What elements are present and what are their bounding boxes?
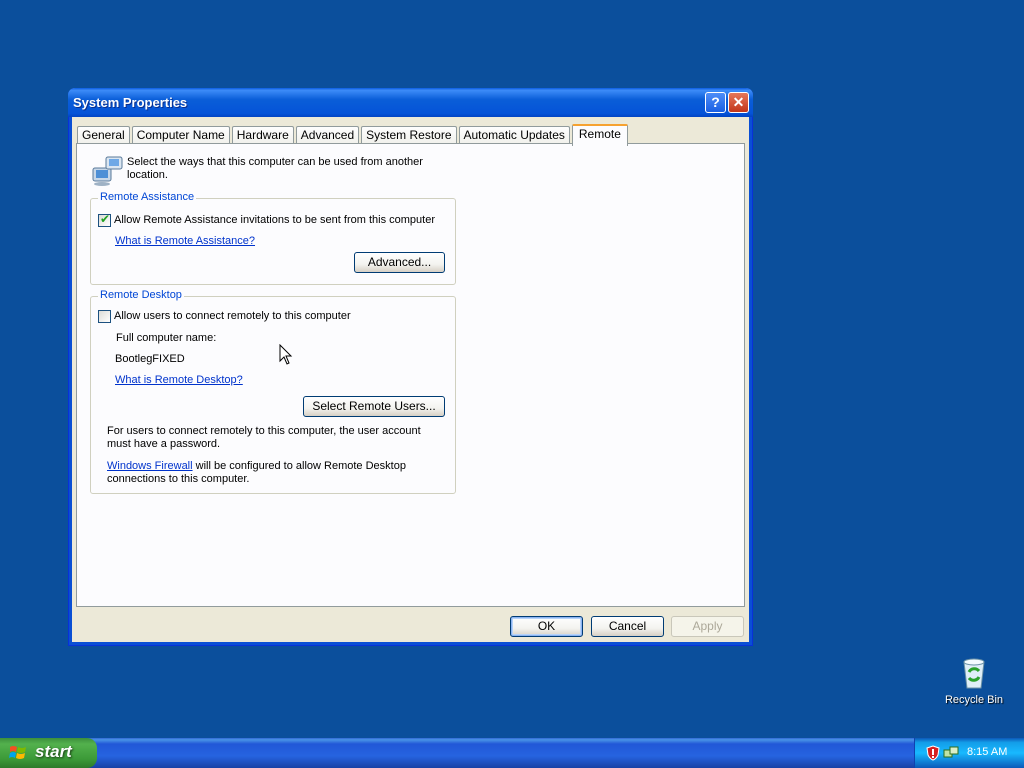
system-properties-window: System Properties ? ✕ General Computer N… [68,88,753,646]
remote-assistance-checkbox[interactable]: ✔ [98,212,111,227]
help-icon: ? [711,94,720,110]
windows-firewall-link[interactable]: Windows Firewall [107,460,193,472]
remote-assistance-checkbox-label[interactable]: Allow Remote Assistance invitations to b… [114,214,435,226]
password-note: For users to connect remotely to this co… [107,425,421,450]
windows-logo-icon [9,745,27,761]
clock[interactable]: 8:15 AM [967,746,1007,758]
recycle-bin-label: Recycle Bin [944,694,1004,706]
apply-button: Apply [671,616,744,637]
cancel-button[interactable]: Cancel [591,616,664,637]
select-remote-users-button[interactable]: Select Remote Users... [303,396,445,417]
start-button[interactable]: start [0,738,97,768]
start-label: start [35,742,72,761]
remote-computers-icon [91,154,125,188]
system-tray: 8:15 AM [914,738,1024,768]
full-computer-name-label: Full computer name: [116,332,217,344]
close-button[interactable]: ✕ [728,92,749,113]
advanced-button[interactable]: Advanced... [354,252,445,273]
firewall-note: Windows Firewall will be configured to a… [107,460,437,486]
taskbar: start 8:15 AM [0,738,1024,768]
remote-desktop-title: Remote Desktop [98,289,184,301]
recycle-bin-icon [958,656,990,690]
remote-desktop-checkbox-label[interactable]: Allow users to connect remotely to this … [114,310,351,322]
ok-button[interactable]: OK [510,616,583,637]
recycle-bin-desktop-icon[interactable]: Recycle Bin [940,656,1008,706]
what-is-remote-assistance-link[interactable]: What is Remote Assistance? [115,235,255,247]
tab-remote[interactable]: Remote [571,124,628,146]
security-shield-icon[interactable] [925,745,941,761]
title-bar[interactable]: System Properties ? ✕ [68,88,753,117]
full-computer-name-value: BootlegFIXED [115,353,185,365]
network-status-icon[interactable] [943,745,959,761]
mouse-cursor-icon [279,343,293,366]
window-title: System Properties [73,95,188,110]
close-icon: ✕ [732,94,745,110]
remote-assistance-title: Remote Assistance [98,191,197,203]
checkmark-icon: ✔ [100,212,111,226]
tab-strip: General Computer Name Hardware Advanced … [77,124,630,146]
remote-tab-panel: Select the ways that this computer can b… [76,143,745,607]
help-button[interactable]: ? [705,92,726,113]
what-is-remote-desktop-link[interactable]: What is Remote Desktop? [115,374,243,386]
remote-desktop-checkbox[interactable] [98,310,111,323]
remote-intro-text: Select the ways that this computer can b… [127,156,423,181]
